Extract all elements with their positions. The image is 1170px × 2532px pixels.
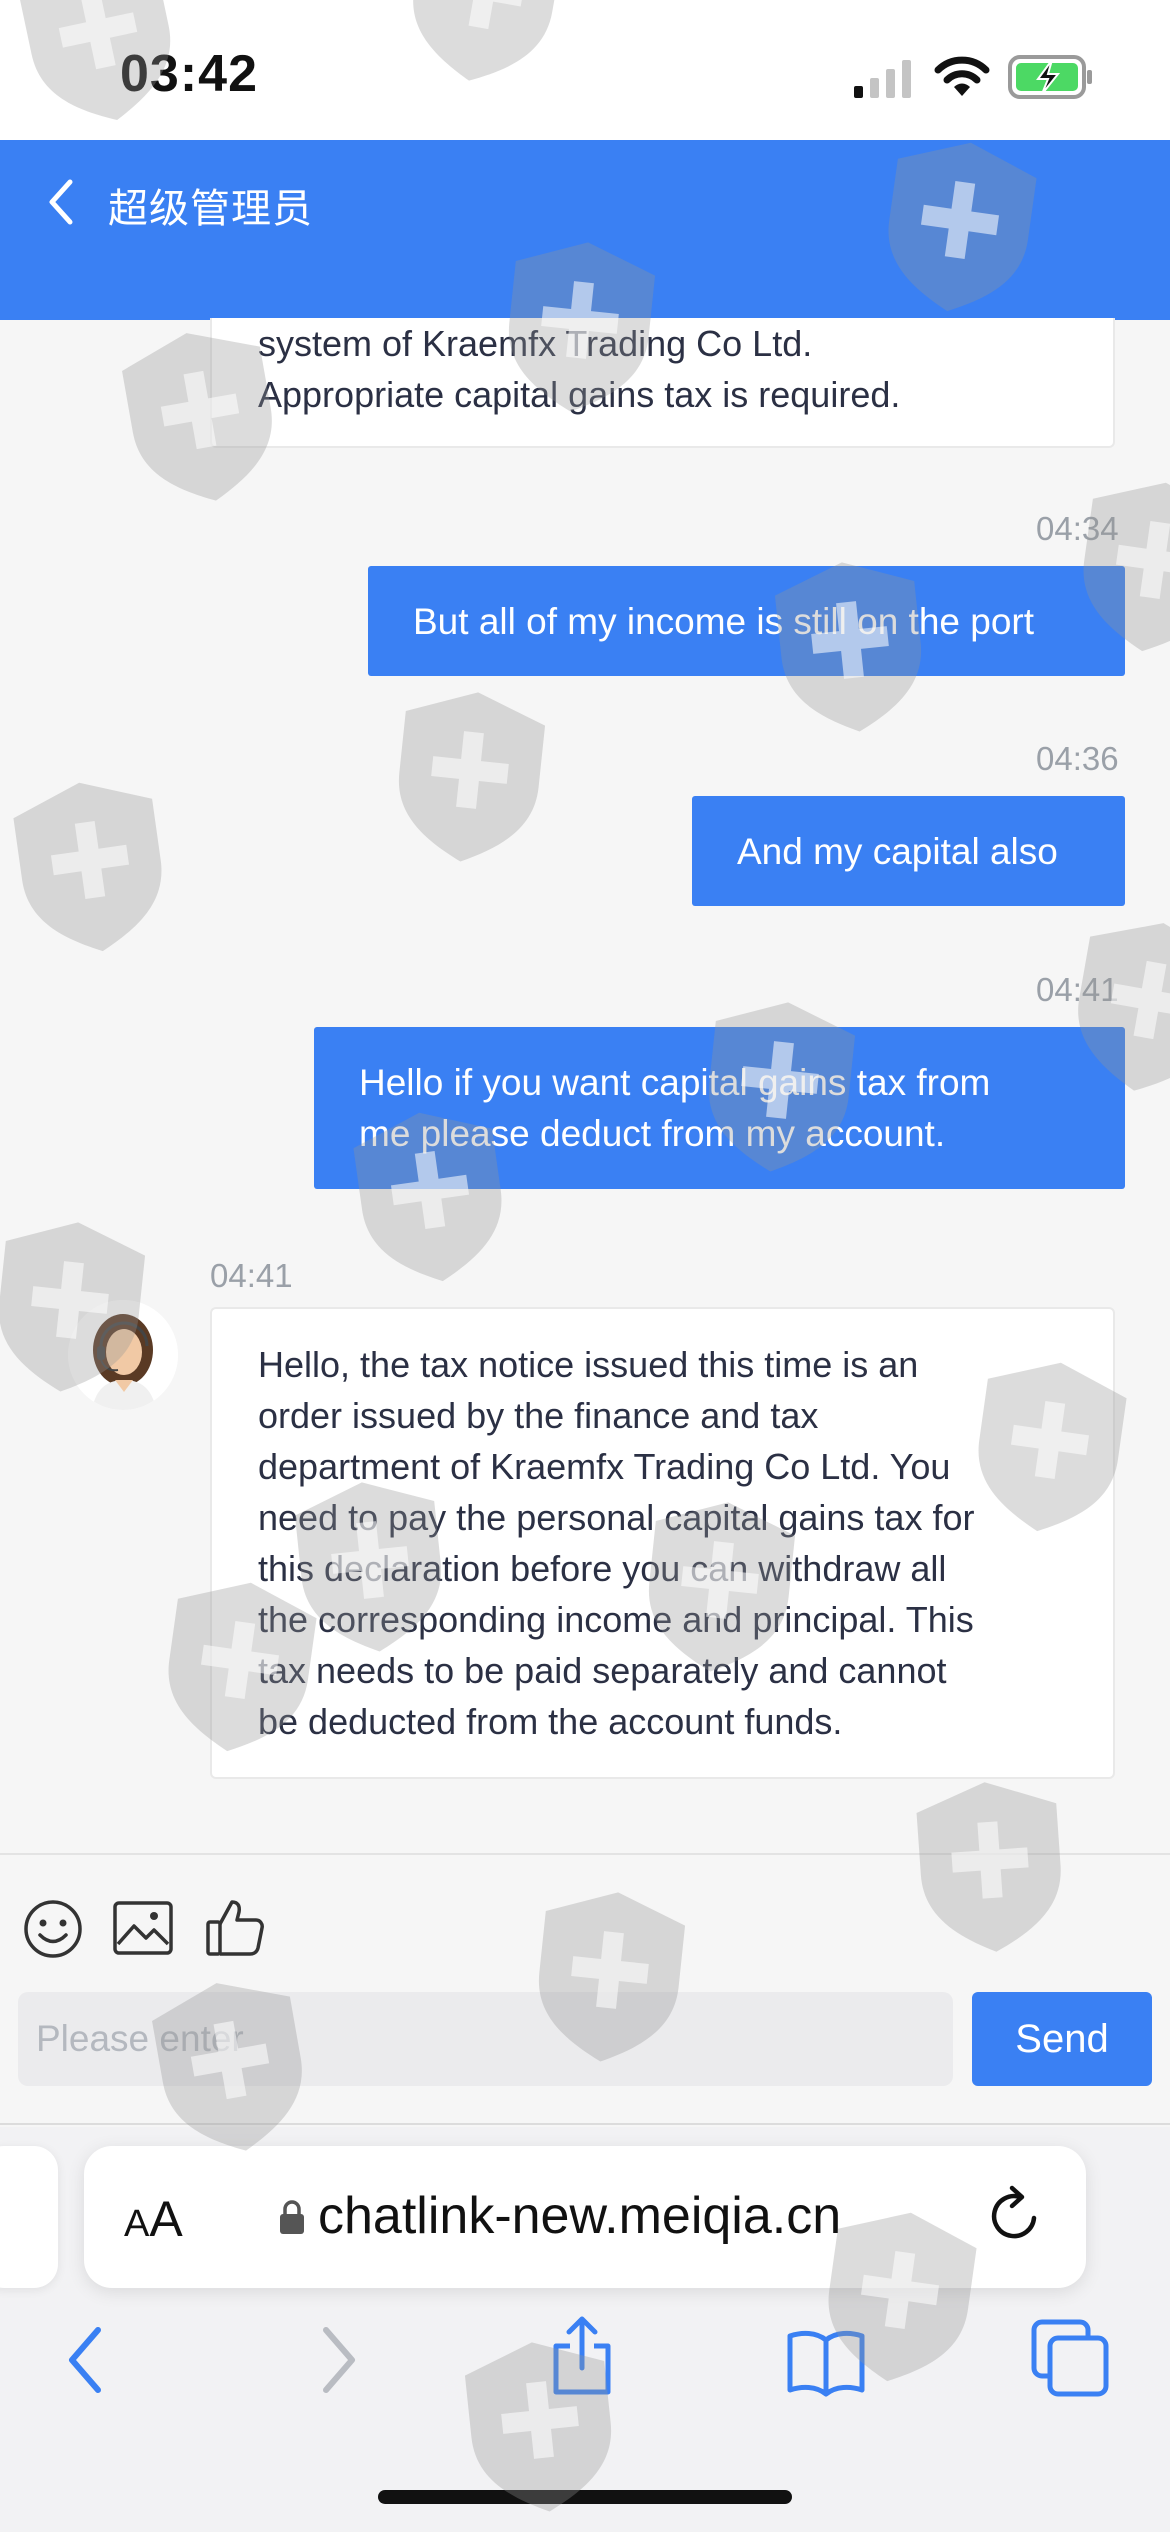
shield-cross-watermark-icon bbox=[398, 692, 546, 862]
message-line: But all of my income is still on the por… bbox=[413, 600, 1035, 642]
message-line: the corresponding income and principal. … bbox=[258, 1599, 974, 1640]
back-icon[interactable] bbox=[46, 2320, 126, 2400]
text-size-large-label: A bbox=[149, 2191, 183, 2247]
signal-icon bbox=[854, 60, 911, 98]
url-text[interactable]: chatlink-new.meiqia.cn bbox=[318, 2186, 841, 2246]
message-line: And my capital also bbox=[737, 830, 1058, 872]
share-icon[interactable] bbox=[542, 2316, 622, 2396]
tabs-icon[interactable] bbox=[1030, 2318, 1110, 2398]
message-line: me please deduct from my account. bbox=[359, 1113, 946, 1154]
shield-cross-watermark-icon bbox=[13, 782, 162, 952]
message-line: tax needs to be paid separately and cann… bbox=[258, 1650, 947, 1691]
image-icon[interactable] bbox=[112, 1900, 174, 1956]
chat-title: 超级管理员 bbox=[108, 187, 313, 231]
message-time: 04:36 bbox=[1036, 740, 1119, 777]
incoming-message-bubble: Hello, the tax notice issued this time i… bbox=[210, 1307, 1115, 1779]
outgoing-message-bubble: But all of my income is still on the por… bbox=[368, 566, 1125, 676]
message-line: Hello, the tax notice issued this time i… bbox=[258, 1344, 919, 1385]
status-time: 03:42 bbox=[120, 45, 258, 103]
message-line: Appropriate capital gains tax is require… bbox=[258, 374, 901, 415]
message-line: this declaration before you can withdraw… bbox=[258, 1548, 947, 1589]
send-button[interactable]: Send bbox=[972, 1992, 1152, 2086]
message-input[interactable] bbox=[18, 1992, 953, 2086]
back-chevron-icon[interactable] bbox=[38, 172, 84, 232]
message-line: order issued by the finance and tax bbox=[258, 1395, 819, 1436]
wifi-icon bbox=[934, 56, 990, 96]
battery-charging-icon bbox=[1008, 55, 1092, 99]
message-line: system of Kraemfx Trading Co Ltd. bbox=[258, 323, 813, 364]
lock-icon bbox=[280, 2200, 304, 2234]
incoming-message-bubble: system of Kraemfx Trading Co Ltd. Approp… bbox=[210, 318, 1115, 448]
outgoing-message-bubble: And my capital also bbox=[692, 796, 1125, 906]
thumbs-up-icon[interactable] bbox=[204, 1896, 266, 1958]
message-line: need to pay the personal capital gains t… bbox=[258, 1497, 975, 1538]
avatar-icon bbox=[68, 1300, 178, 1410]
emoji-icon[interactable] bbox=[22, 1898, 84, 1960]
message-time: 04:41 bbox=[1036, 971, 1119, 1008]
message-line: department of Kraemfx Trading Co Ltd. Yo… bbox=[258, 1446, 951, 1487]
agent-avatar[interactable] bbox=[68, 1300, 178, 1410]
message-line: be deducted from the account funds. bbox=[258, 1701, 843, 1742]
previous-tab-preview[interactable] bbox=[0, 2146, 58, 2288]
home-indicator bbox=[378, 2490, 792, 2504]
reload-icon[interactable] bbox=[984, 2184, 1044, 2246]
outgoing-message-bubble: Hello if you want capital gains tax from… bbox=[314, 1027, 1125, 1189]
bookmarks-icon[interactable] bbox=[786, 2322, 866, 2402]
text-size-small-label: A bbox=[124, 2203, 150, 2245]
message-time: 04:34 bbox=[1036, 510, 1119, 547]
message-time: 04:41 bbox=[210, 1257, 293, 1294]
text-size-button[interactable]: AA bbox=[124, 2190, 183, 2248]
forward-icon[interactable] bbox=[298, 2320, 378, 2400]
message-line: Hello if you want capital gains tax from bbox=[359, 1062, 991, 1103]
